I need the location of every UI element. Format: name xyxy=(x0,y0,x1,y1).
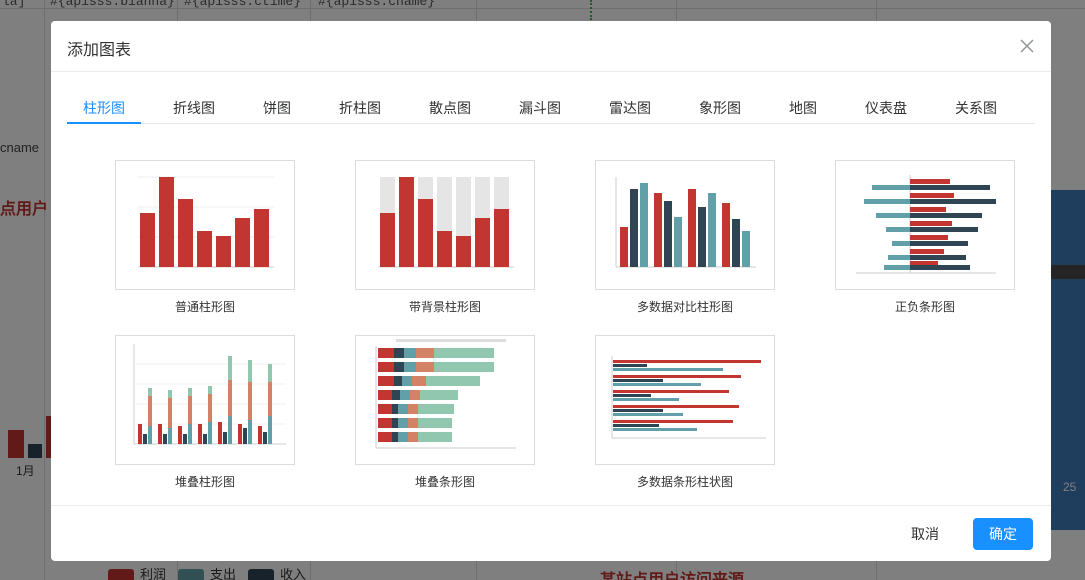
chart-card-label: 堆叠柱形图 xyxy=(174,475,235,489)
chart-type-tabs: 柱形图 折线图 饼图 折柱图 散点图 漏斗图 雷达图 象形图 地图 仪表盘 关系… xyxy=(67,93,1035,124)
chart-thumbnail xyxy=(115,335,295,465)
chart-card-label: 多数据对比柱形图 xyxy=(636,300,733,314)
chart-card-stacked-bar[interactable]: 堆叠柱形图 xyxy=(115,335,295,490)
chart-card-label: 多数据条形柱状图 xyxy=(636,475,733,489)
confirm-button[interactable]: 确定 xyxy=(973,518,1033,550)
chart-card-multi-compare-bar[interactable]: 多数据对比柱形图 xyxy=(595,160,775,315)
tab-pictorial[interactable]: 象形图 xyxy=(699,98,741,118)
chart-thumbnail xyxy=(595,335,775,465)
tab-pie[interactable]: 饼图 xyxy=(263,98,291,118)
dialog-title: 添加图表 xyxy=(67,42,132,59)
chart-card-positive-negative-bar[interactable]: 正负条形图 xyxy=(835,160,1015,315)
tab-funnel[interactable]: 漏斗图 xyxy=(519,98,561,118)
dialog-footer: 取消 确定 xyxy=(51,505,1051,561)
chart-card-background-bar[interactable]: 带背景柱形图 xyxy=(355,160,535,315)
active-tab-indicator xyxy=(67,122,141,124)
chart-card-label: 带背景柱形图 xyxy=(408,300,481,314)
close-icon[interactable] xyxy=(1017,36,1037,56)
chart-thumbnail xyxy=(355,335,535,465)
tab-bar[interactable]: 柱形图 xyxy=(83,98,125,118)
chart-card-label: 正负条形图 xyxy=(894,300,955,314)
tab-radar[interactable]: 雷达图 xyxy=(609,98,651,118)
chart-thumbnail xyxy=(835,160,1015,290)
tab-scatter[interactable]: 散点图 xyxy=(429,98,471,118)
tab-gauge[interactable]: 仪表盘 xyxy=(865,98,907,118)
chart-thumbnail xyxy=(595,160,775,290)
chart-card-label: 普通柱形图 xyxy=(174,300,235,314)
chart-thumbnail xyxy=(115,160,295,290)
tab-bar-line[interactable]: 折柱图 xyxy=(339,98,381,118)
chart-card-multi-horizontal-bar[interactable]: 多数据条形柱状图 xyxy=(595,335,775,490)
tab-line[interactable]: 折线图 xyxy=(173,98,215,118)
chart-card-stacked-horizontal-bar[interactable]: 堆叠条形图 xyxy=(355,335,535,490)
tab-graph[interactable]: 关系图 xyxy=(955,98,997,118)
dialog-header: 添加图表 xyxy=(51,21,1051,72)
tab-map[interactable]: 地图 xyxy=(789,98,817,118)
chart-card-label: 堆叠条形图 xyxy=(414,475,475,489)
add-chart-dialog: 添加图表 柱形图 折线图 饼图 折柱图 散点图 漏斗图 雷达图 象形图 地图 仪… xyxy=(51,21,1051,561)
chart-thumbnail xyxy=(355,160,535,290)
chart-card-basic-bar[interactable]: 普通柱形图 xyxy=(115,160,295,315)
cancel-button[interactable]: 取消 xyxy=(895,518,955,550)
